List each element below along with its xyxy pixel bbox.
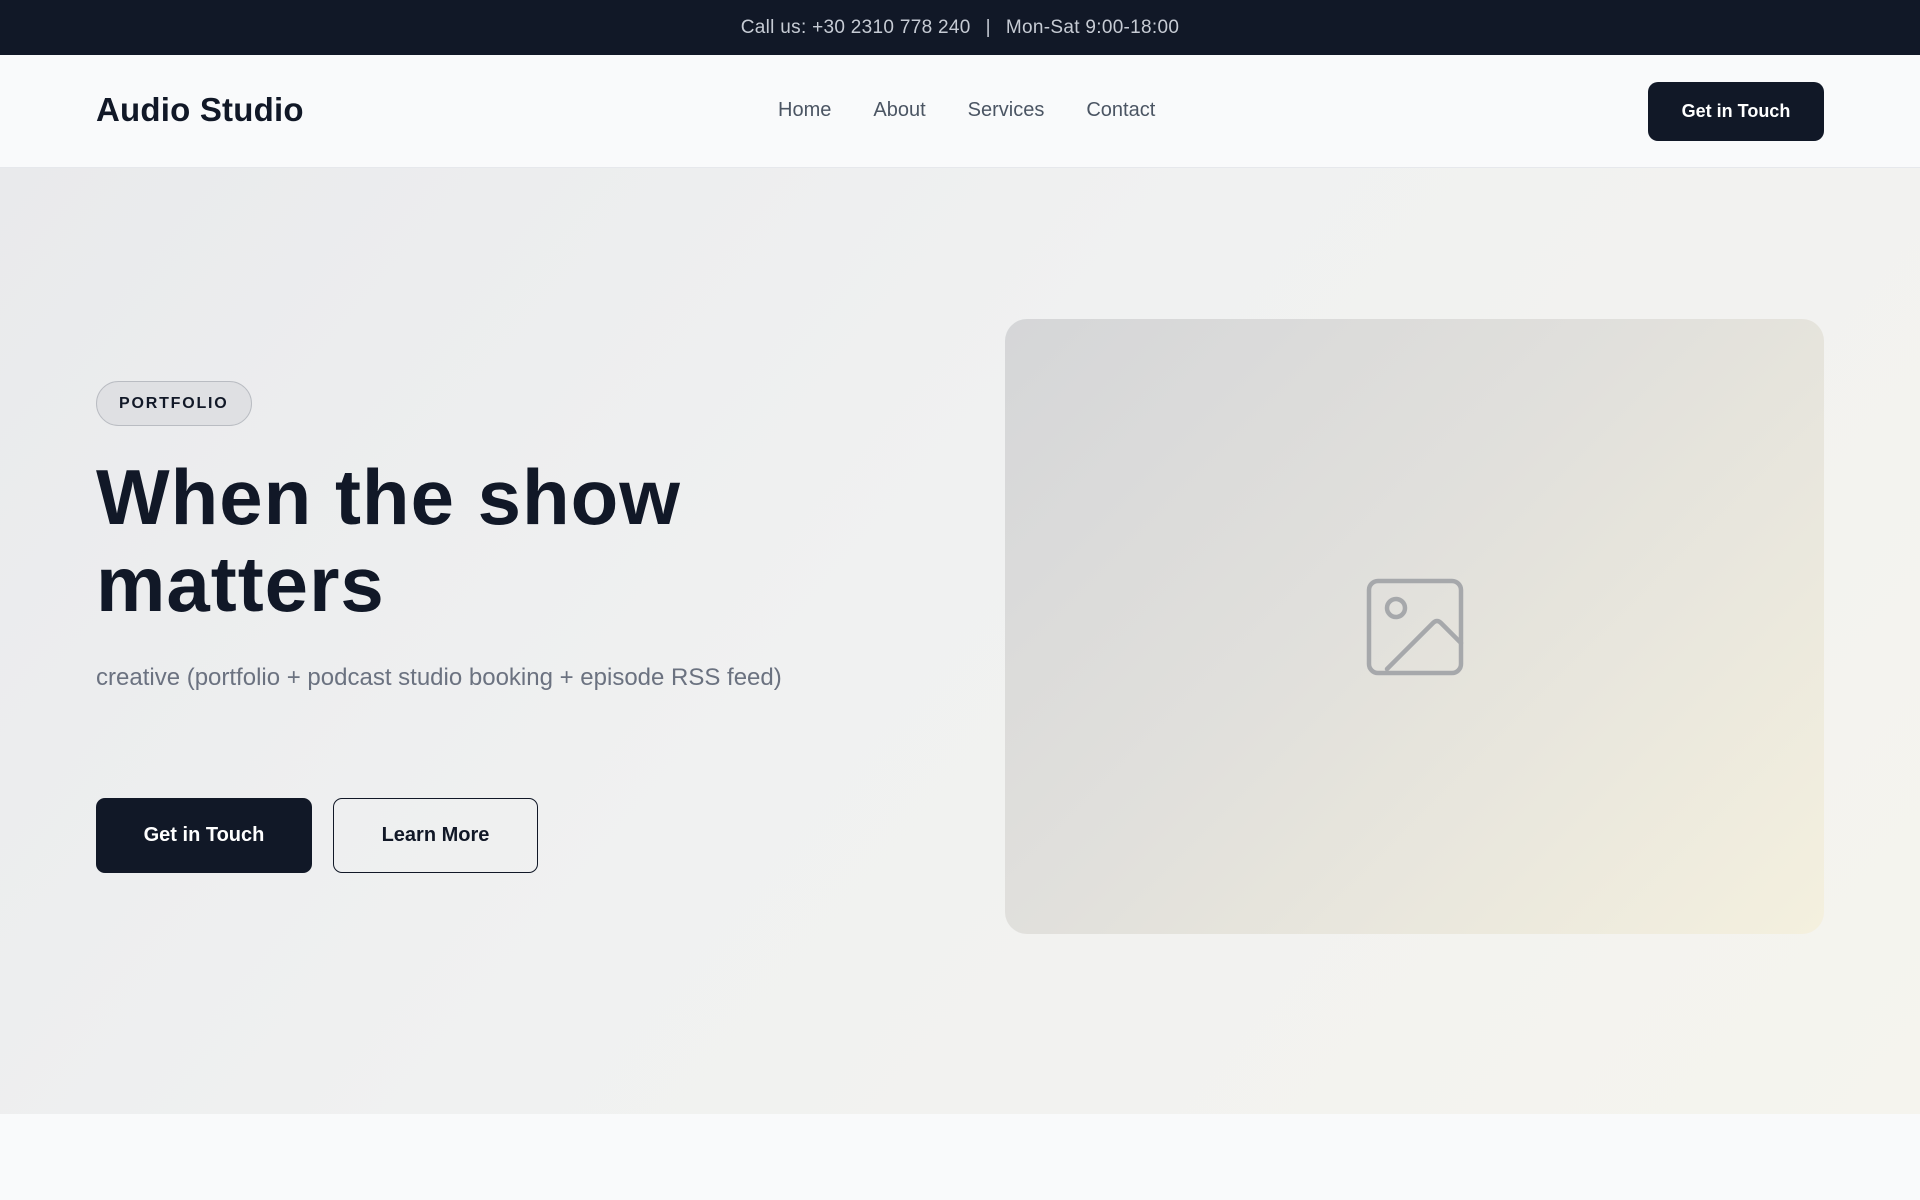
brand-logo[interactable]: Audio Studio xyxy=(96,91,304,129)
topbar-separator: | xyxy=(985,16,991,38)
next-section xyxy=(0,1114,1920,1200)
image-placeholder-icon xyxy=(1366,578,1463,675)
hours-text: Mon-Sat 9:00-18:00 xyxy=(1005,16,1180,38)
portfolio-badge: PORTFOLIO xyxy=(96,381,252,426)
learn-more-button[interactable]: Learn More xyxy=(333,798,538,873)
top-info-bar: Call us: +30 2310 778 240 | Mon-Sat 9:00… xyxy=(0,0,1920,55)
nav-link-home[interactable]: Home xyxy=(778,99,831,122)
hero-section: PORTFOLIO When the show matters creative… xyxy=(0,168,1920,1114)
nav-link-about[interactable]: About xyxy=(873,99,925,122)
phone-text: Call us: +30 2310 778 240 xyxy=(740,16,971,38)
hero-title: When the show matters xyxy=(96,453,681,628)
nav-links: Home About Services Contact xyxy=(778,99,1197,122)
get-in-touch-button[interactable]: Get in Touch xyxy=(96,798,312,873)
navbar: Audio Studio Home About Services Contact… xyxy=(0,55,1920,168)
hero-subtitle: creative (portfolio + podcast studio boo… xyxy=(96,664,782,691)
nav-link-contact[interactable]: Contact xyxy=(1086,99,1155,122)
hero-image-placeholder xyxy=(1005,319,1824,934)
nav-get-in-touch-button[interactable]: Get in Touch xyxy=(1648,82,1824,141)
nav-link-services[interactable]: Services xyxy=(968,99,1045,122)
